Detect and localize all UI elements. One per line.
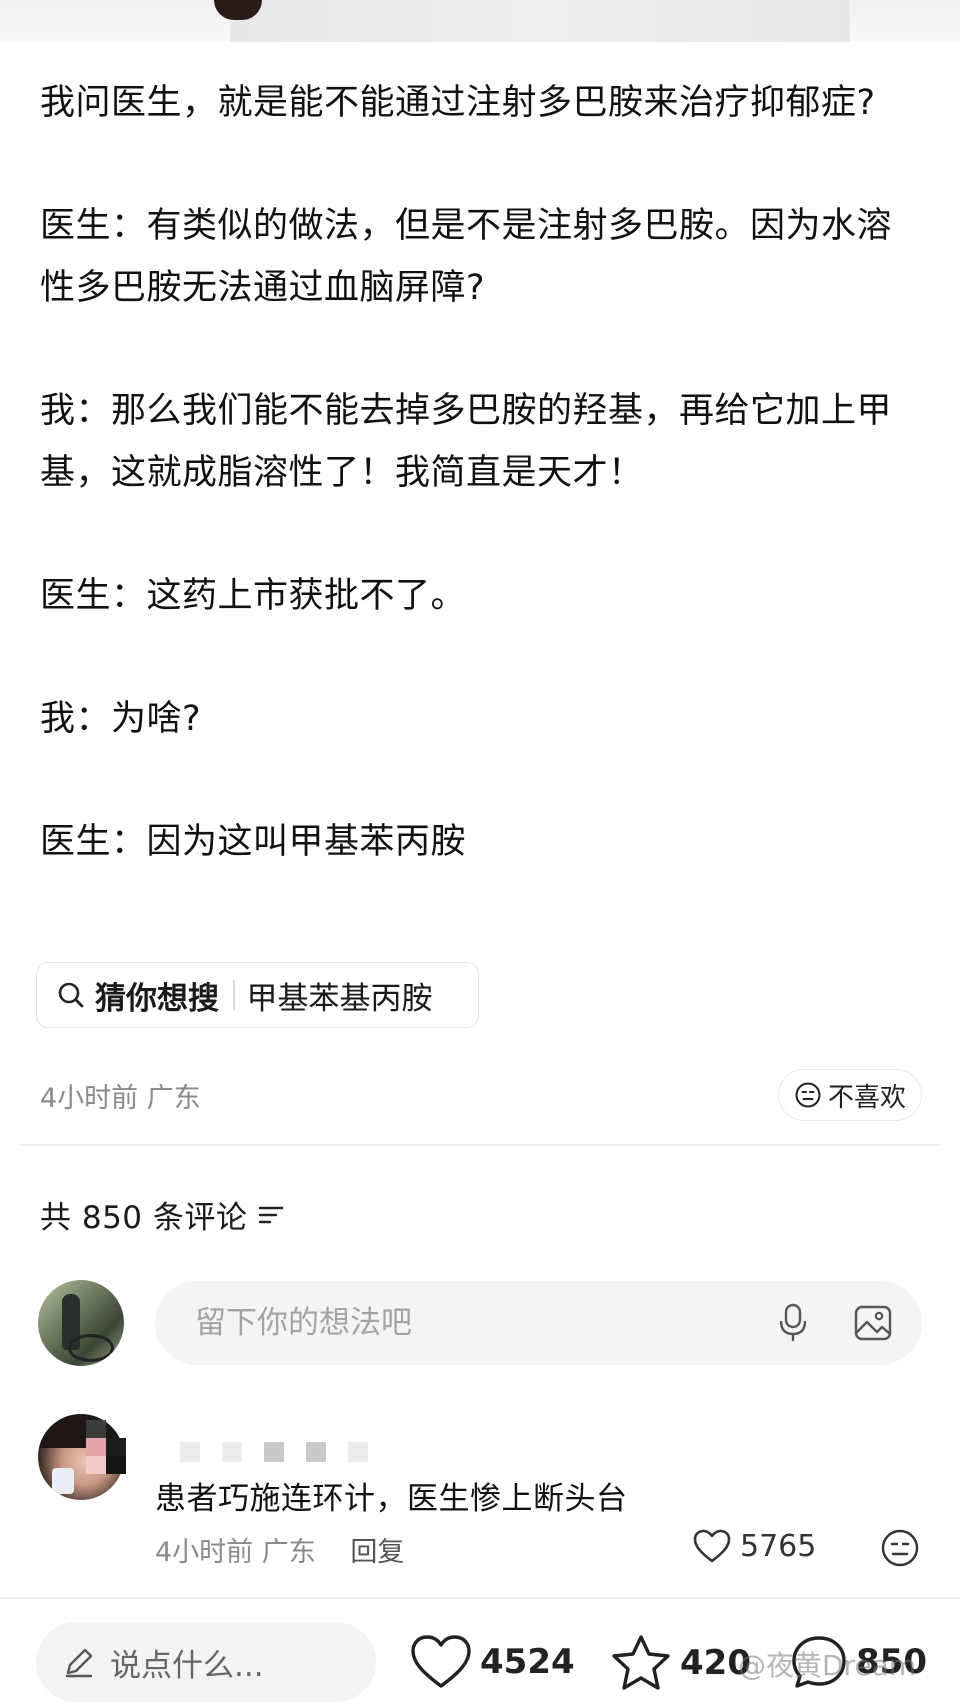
bottom-comment-input[interactable]: 说点什么... [36,1622,376,1702]
post-paragraph: 医生：这药上市获批不了。 [40,576,467,616]
post-paragraph: 我：为啥? [40,699,202,739]
section-divider [20,1144,940,1146]
face-icon [795,1082,821,1108]
post-paragraph: 我问医生，就是能不能通过注射多巴胺来治疗抑郁症? [40,83,876,123]
search-suggestion-query: 甲基苯基丙胺 [246,980,433,1017]
post-body: 我问医生，就是能不能通过注射多巴胺来治疗抑郁症? 医生：有类似的做法，但是不是注… [40,72,920,934]
dislike-label: 不喜欢 [827,1082,906,1113]
star-icon [612,1635,670,1690]
mosaic-blur [86,1420,126,1476]
user-avatar[interactable] [38,1280,124,1366]
top-image-strip [0,0,960,42]
watermark-text: @夜黄Dream [738,1649,917,1682]
commenter-name-redacted [180,1442,390,1462]
pencil-icon [65,1648,93,1678]
dislike-button[interactable]: 不喜欢 [778,1069,922,1121]
comment-count-header[interactable]: 共 850 条评论 [40,1192,285,1237]
avatar-bike [68,1334,114,1362]
image-fragment [230,0,850,42]
comment-input-box[interactable] [155,1281,922,1365]
post-favorite-button[interactable]: 420 [610,1634,751,1692]
post-meta: 4小时前 广东 [40,1083,201,1114]
chip-divider [233,980,235,1010]
search-suggestion-label: 猜你想搜 [95,980,219,1017]
search-icon [57,981,85,1009]
comment-input[interactable] [193,1304,737,1342]
search-suggestion-chip[interactable]: 猜你想搜 甲基苯基丙胺 [36,962,479,1028]
comment-time-location: 4小时前 广东 [155,1537,316,1568]
image-icon[interactable] [853,1303,893,1343]
mic-icon[interactable] [777,1303,809,1343]
comment-text: 患者巧施连环计，医生惨上断头台 [155,1481,628,1517]
post-paragraph: 我：那么我们能不能去掉多巴胺的羟基，再给它加上甲基，这就成脂溶性了！我简直是天才… [40,391,893,493]
heart-icon [411,1635,471,1688]
post-like-button[interactable]: 4524 [410,1634,575,1690]
heart-icon [693,1529,731,1563]
post-paragraph: 医生：因为这叫甲基苯丙胺 [40,822,467,862]
bottom-bar-divider [0,1597,960,1599]
face-icon [881,1529,919,1567]
post-paragraph: 医生：有类似的做法，但是不是注射多巴胺。因为水溶性多巴胺无法通过血脑屏障? [40,206,893,308]
post-like-count: 4524 [480,1642,575,1682]
comment-dislike-button[interactable] [880,1528,920,1572]
bottom-input-placeholder: 说点什么... [110,1647,264,1684]
avatar-cup [52,1468,74,1494]
comment-count-label: 共 850 条评论 [40,1200,248,1236]
comment-meta: 4小时前 广东 回复 [155,1530,404,1569]
sort-icon [259,1206,284,1223]
comment-like-button[interactable]: 5765 [692,1528,816,1564]
watermark: @夜黄Dream [738,1644,916,1684]
reply-button[interactable]: 回复 [350,1537,404,1568]
comment-like-count: 5765 [740,1528,817,1564]
